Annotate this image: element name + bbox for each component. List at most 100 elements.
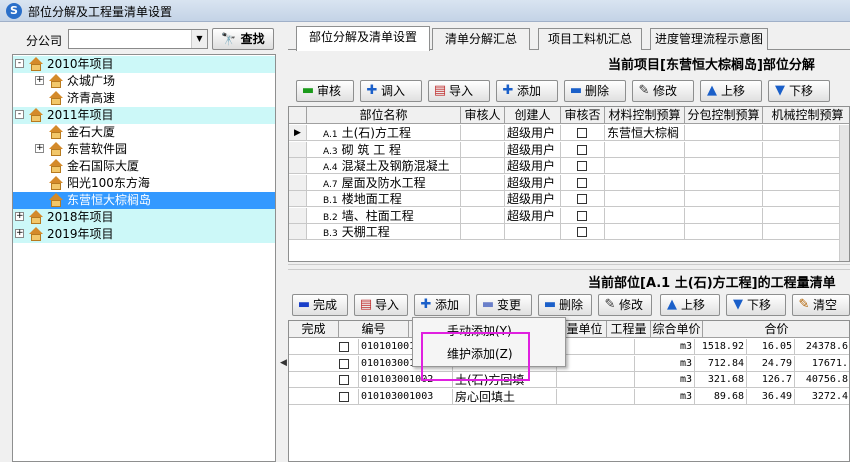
reviewed-cell[interactable] [561,191,605,207]
column-header[interactable]: 编号 [339,321,409,338]
tree-node[interactable]: +2019年项目 [13,226,275,243]
material-budget-cell[interactable] [605,191,685,207]
row-indicator[interactable] [289,191,307,207]
tree-node[interactable]: + 东营软件园 [13,141,275,158]
reviewed-cell[interactable] [561,207,605,224]
total-cell[interactable]: 40756.8 [795,372,849,388]
column-header[interactable]: 分包控制预算 [685,107,763,124]
branch-combo[interactable]: ▼ [68,29,208,49]
creator-cell[interactable]: 超级用户 [505,125,561,141]
reviewed-checkbox[interactable] [577,227,587,237]
tree-node[interactable]: - 2010年项目 [13,56,275,73]
unit-cell[interactable]: m3 [635,372,695,388]
reviewed-checkbox[interactable] [577,144,587,155]
section-name-cell[interactable]: A.4 混凝土及钢筋混凝土 [307,158,461,174]
tab-2[interactable]: 项目工料机汇总 [538,28,642,50]
creator-cell[interactable]: 超级用户 [505,174,561,191]
unit-cell[interactable]: m3 [635,388,695,405]
top-button-4[interactable]: ▬ 删除 [564,80,626,102]
material-budget-cell[interactable] [605,174,685,191]
section-name-cell[interactable]: A.7 屋面及防水工程 [307,174,461,191]
column-header[interactable]: 完成 [289,321,339,338]
tree-node[interactable]: +2018年项目 [13,209,275,226]
subcontract-budget-cell[interactable] [685,158,763,174]
tree-node[interactable]: 阳光100东方海 [13,175,275,192]
column-header[interactable]: 综合单价 [651,321,703,338]
unit-price-cell[interactable]: 126.7 [747,372,795,388]
done-cell[interactable] [339,372,359,388]
unit-cell[interactable]: m3 [635,339,695,355]
bottom-button-3[interactable]: ▬ 变更 [476,294,532,316]
section-name-cell[interactable]: A.3 砌 筑 工 程 [307,141,461,158]
tree-node[interactable]: 金石大厦 [13,124,275,141]
row-indicator[interactable]: ▶ [289,125,307,141]
bottom-button-5[interactable]: ✎ 修改 [598,294,652,316]
material-budget-cell[interactable] [605,158,685,174]
expand-icon[interactable]: + [35,144,44,153]
expand-icon[interactable]: + [35,76,44,85]
row-indicator[interactable] [289,174,307,191]
total-cell[interactable]: 17671. [795,356,849,372]
row-indicator[interactable] [289,141,307,158]
description-cell[interactable] [557,355,635,372]
column-header[interactable]: 工程量 [607,321,651,338]
description-cell[interactable] [557,372,635,388]
reviewed-checkbox[interactable] [577,177,587,188]
machine-budget-cell[interactable] [763,142,849,158]
reviewed-checkbox[interactable] [577,161,587,171]
material-budget-cell[interactable] [605,141,685,158]
material-budget-cell[interactable] [605,207,685,224]
bottom-button-2[interactable]: ✚ 添加 [414,294,470,316]
vertical-scrollbar[interactable] [839,125,849,261]
creator-cell[interactable]: 超级用户 [505,141,561,158]
top-button-7[interactable]: ▼ 下移 [768,80,830,102]
section-name-cell[interactable]: B.1 楼地面工程 [307,191,461,207]
column-header[interactable]: 材料控制预算 [605,107,685,124]
bottom-button-0[interactable]: ▬ 完成 [292,294,348,316]
column-header[interactable]: 创建人 [505,107,561,124]
top-button-1[interactable]: ✚ 调入 [360,80,422,102]
machine-budget-cell[interactable] [763,224,849,240]
section-name-cell[interactable]: A.1 土(石)方工程 [307,125,461,141]
done-cell[interactable] [339,388,359,405]
subcontract-budget-cell[interactable] [685,191,763,207]
row-indicator[interactable] [289,224,307,240]
machine-budget-cell[interactable] [763,175,849,191]
done-cell[interactable] [339,355,359,372]
description-cell[interactable] [557,388,635,405]
subcontract-budget-cell[interactable] [685,224,763,240]
top-button-3[interactable]: ✚ 添加 [496,80,558,102]
material-budget-cell[interactable] [605,224,685,240]
tree-node[interactable]: 金石国际大厦 [13,158,275,175]
collapse-icon[interactable]: - [15,59,24,68]
bottom-button-1[interactable]: ▤ 导入 [354,294,408,316]
tab-0[interactable]: 部位分解及清单设置 [296,26,430,51]
bottom-button-4[interactable]: ▬ 删除 [538,294,592,316]
done-checkbox[interactable] [339,342,349,352]
top-button-0[interactable]: ▬ 审核 [296,80,354,102]
top-button-2[interactable]: ▤ 导入 [428,80,490,102]
find-button[interactable]: 🔭 查找 [212,28,274,50]
quantity-cell[interactable]: 321.68 [695,372,747,388]
subcontract-budget-cell[interactable] [685,207,763,224]
horizontal-splitter[interactable] [288,264,850,270]
reviewer-cell[interactable] [461,224,505,240]
done-cell[interactable] [339,339,359,355]
subcontract-budget-cell[interactable] [685,141,763,158]
reviewer-cell[interactable] [461,174,505,191]
top-button-6[interactable]: ▲ 上移 [700,80,762,102]
column-header[interactable]: 审核人 [461,107,505,124]
reviewer-cell[interactable] [461,141,505,158]
machine-budget-cell[interactable] [763,208,849,224]
quantity-cell[interactable]: 712.84 [695,355,747,372]
subcontract-budget-cell[interactable] [685,174,763,191]
done-checkbox[interactable] [339,358,349,369]
item-code-cell[interactable]: 010103001003 [359,388,453,405]
done-checkbox[interactable] [339,391,349,402]
column-header[interactable]: 部位名称 [307,107,461,124]
quantity-cell[interactable]: 1518.92 [695,339,747,355]
collapse-icon[interactable]: - [15,110,24,119]
chevron-down-icon[interactable]: ▼ [191,30,207,48]
reviewed-checkbox[interactable] [577,210,587,221]
machine-budget-cell[interactable] [763,125,849,141]
